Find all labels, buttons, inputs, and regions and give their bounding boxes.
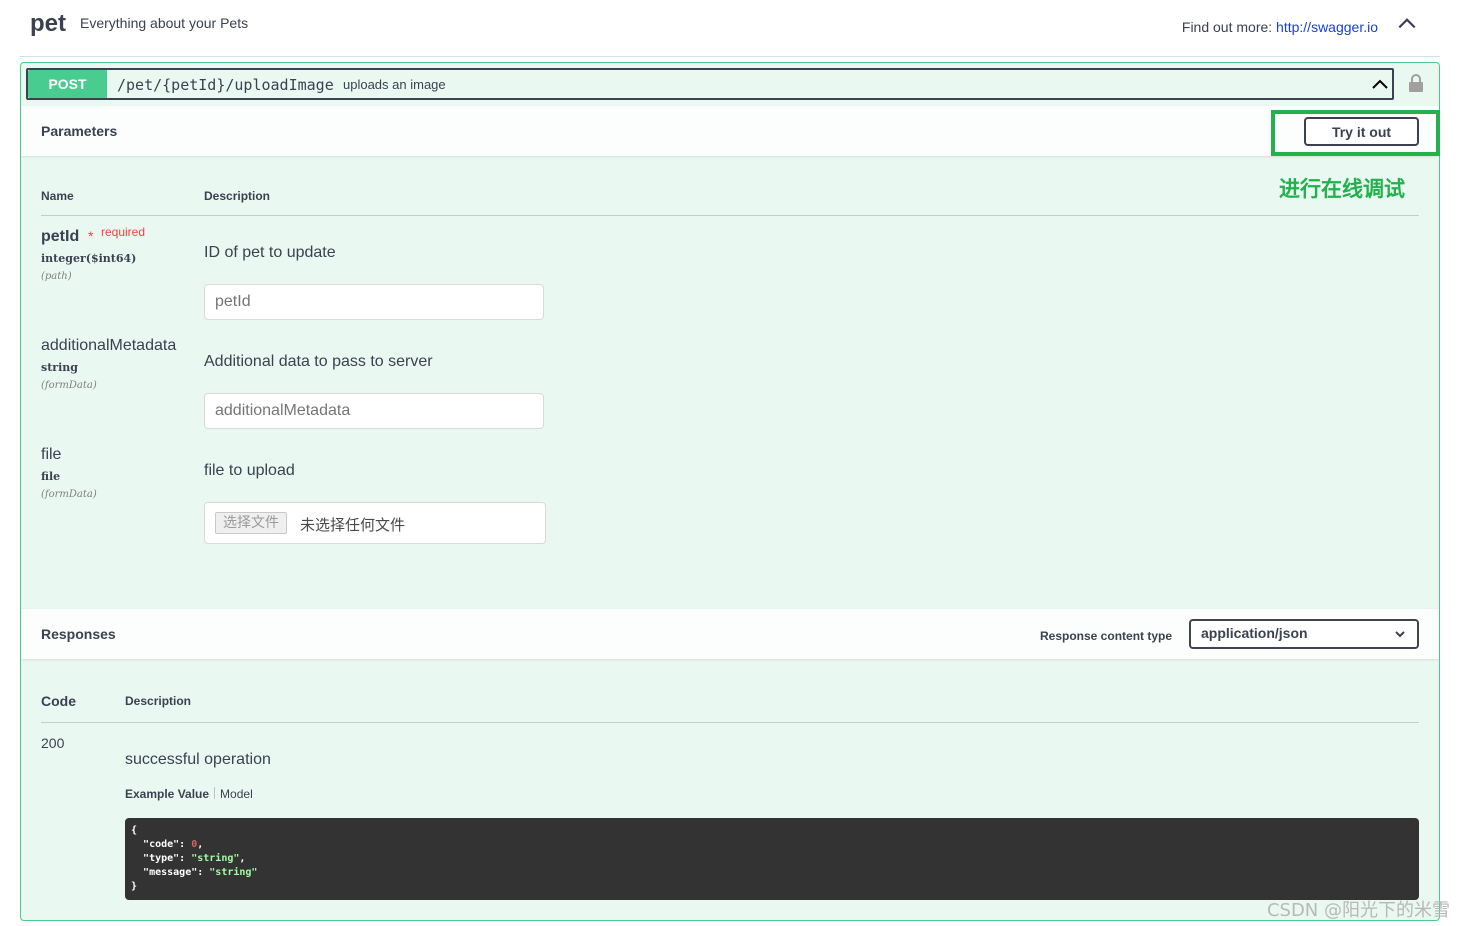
divider xyxy=(41,215,1419,216)
operation-summary: uploads an image xyxy=(343,77,446,92)
petid-input[interactable] xyxy=(204,284,544,320)
param-name-additionalmetadata: additionalMetadata xyxy=(41,337,177,354)
tag-description: Everything about your Pets xyxy=(80,15,249,31)
file-status: 未选择任何文件 xyxy=(300,516,406,534)
try-it-out-button[interactable]: Try it out xyxy=(1304,117,1419,146)
response-content-type-select[interactable]: application/json xyxy=(1189,619,1419,649)
param-in: (formData) xyxy=(41,489,97,500)
example-tabs: Example Value Model xyxy=(125,787,253,801)
annotation-text: 进行在线调试 xyxy=(1279,178,1405,201)
tag-header[interactable]: pet Everything about your Pets Find out … xyxy=(20,0,1440,57)
find-out-more: Find out more: http://swagger.io xyxy=(1182,19,1378,35)
col-code: Code xyxy=(41,693,76,709)
param-description: ID of pet to update xyxy=(204,244,336,261)
tab-example-value[interactable]: Example Value xyxy=(125,787,209,801)
responses-title: Responses xyxy=(41,626,116,642)
example-json: { "code": 0, "type": "string", "message"… xyxy=(125,818,1419,900)
chevron-up-icon[interactable] xyxy=(1370,74,1390,94)
col-name: Name xyxy=(41,189,74,203)
chevron-down-icon xyxy=(1395,631,1405,638)
selected-value: application/json xyxy=(1201,625,1308,641)
col-description: Description xyxy=(125,694,192,708)
opblock-post: POST /pet/{petId}/uploadImage uploads an… xyxy=(20,62,1440,921)
param-type: file xyxy=(41,470,61,483)
tag-name: pet xyxy=(30,10,66,37)
swagger-link[interactable]: http://swagger.io xyxy=(1276,19,1378,35)
file-input[interactable]: 选择文件 未选择任何文件 xyxy=(204,502,546,544)
lock-icon[interactable] xyxy=(1409,74,1423,92)
tab-model[interactable]: Model xyxy=(220,787,253,801)
param-description: file to upload xyxy=(204,462,295,479)
param-description: Additional data to pass to server xyxy=(204,353,433,370)
parameters-header: Parameters xyxy=(21,106,1439,156)
param-in: (formData) xyxy=(41,380,97,391)
method-badge: POST xyxy=(28,70,107,98)
response-code: 200 xyxy=(41,735,65,751)
additionalmetadata-input[interactable] xyxy=(204,393,544,429)
param-type: integer($int64) xyxy=(41,252,137,265)
param-name-file: file xyxy=(41,446,62,463)
chevron-up-icon[interactable] xyxy=(1396,12,1418,34)
required-star: * xyxy=(88,228,94,244)
divider xyxy=(41,722,1419,723)
tab-separator xyxy=(214,787,216,799)
operation-path: /pet/{petId}/uploadImage xyxy=(117,76,334,94)
param-type: string xyxy=(41,361,78,374)
watermark: CSDN @阳光下的米雪 xyxy=(1266,900,1450,921)
required-label: required xyxy=(101,225,146,239)
parameters-title: Parameters xyxy=(41,123,118,139)
response-content-type-label: Response content type xyxy=(1040,629,1173,643)
param-in: (path) xyxy=(41,271,72,282)
choose-file-button[interactable]: 选择文件 xyxy=(215,512,287,534)
opblock-summary[interactable]: POST /pet/{petId}/uploadImage uploads an… xyxy=(26,68,1394,100)
col-description: Description xyxy=(204,189,271,203)
param-name-petid: petId xyxy=(41,228,80,245)
find-out-more-label: Find out more: xyxy=(1181,19,1273,35)
response-description: successful operation xyxy=(125,751,271,768)
